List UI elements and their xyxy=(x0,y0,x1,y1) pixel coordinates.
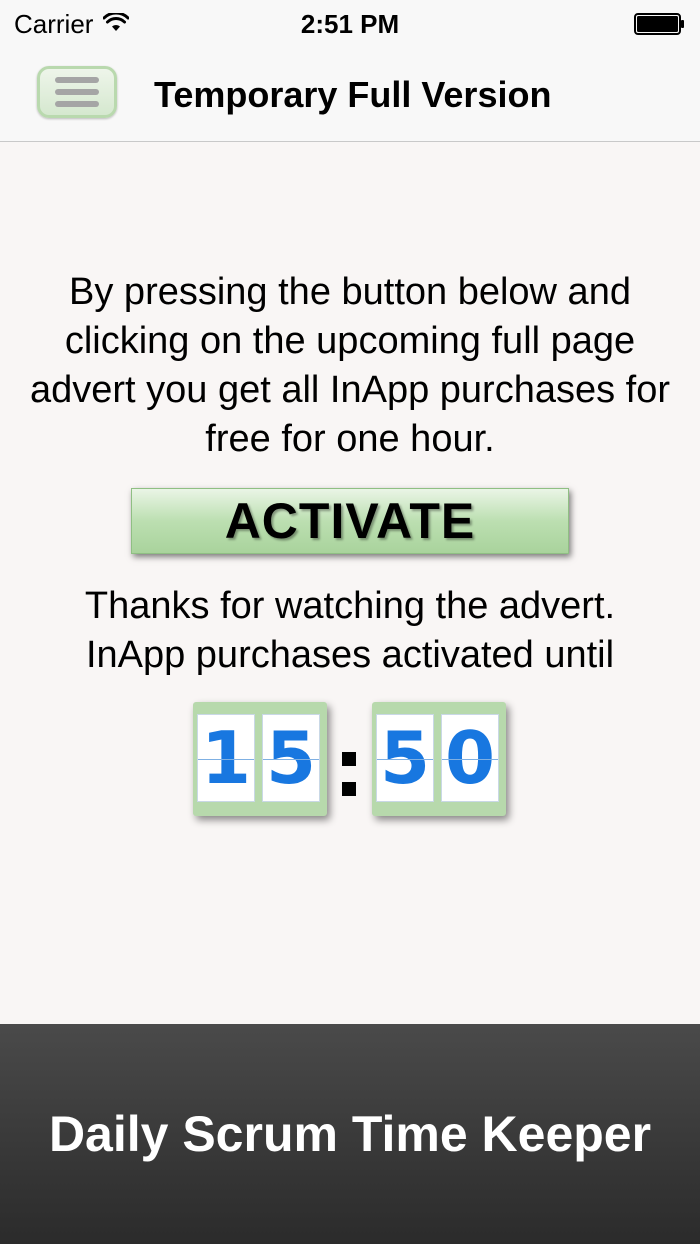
battery-icon xyxy=(634,13,684,35)
thanks-line: Thanks for watching the advert. xyxy=(84,585,616,627)
menu-button[interactable] xyxy=(37,66,117,118)
footer-banner[interactable]: Daily Scrum Time Keeper xyxy=(0,1024,700,1244)
hour-digit-tens: 1 xyxy=(197,714,255,802)
minute-digit-tens: 5 xyxy=(376,714,434,802)
hour-digit-ones: 5 xyxy=(262,714,320,802)
page-title: Temporary Full Version xyxy=(154,74,552,115)
activate-button[interactable]: ACTIVATE xyxy=(131,488,569,554)
minute-digit-ones: 0 xyxy=(441,714,499,802)
clock-separator xyxy=(339,742,361,802)
main-content: By pressing the button below and clickin… xyxy=(0,142,700,1024)
clock-minutes: 5 0 xyxy=(372,702,506,816)
status-bar: Carrier 2:51 PM xyxy=(0,0,700,48)
navigation-bar: Temporary Full Version xyxy=(0,48,700,142)
clock-hours: 1 5 xyxy=(193,702,327,816)
status-time: 2:51 PM xyxy=(300,9,400,39)
footer-banner-text: Daily Scrum Time Keeper xyxy=(48,1106,652,1162)
description-text: By pressing the button below and clickin… xyxy=(29,271,671,460)
activation-status-text: Thanks for watching the advert. InApp pu… xyxy=(20,582,680,680)
activated-until-line: InApp purchases activated until xyxy=(85,634,615,676)
hamburger-icon xyxy=(55,77,99,107)
